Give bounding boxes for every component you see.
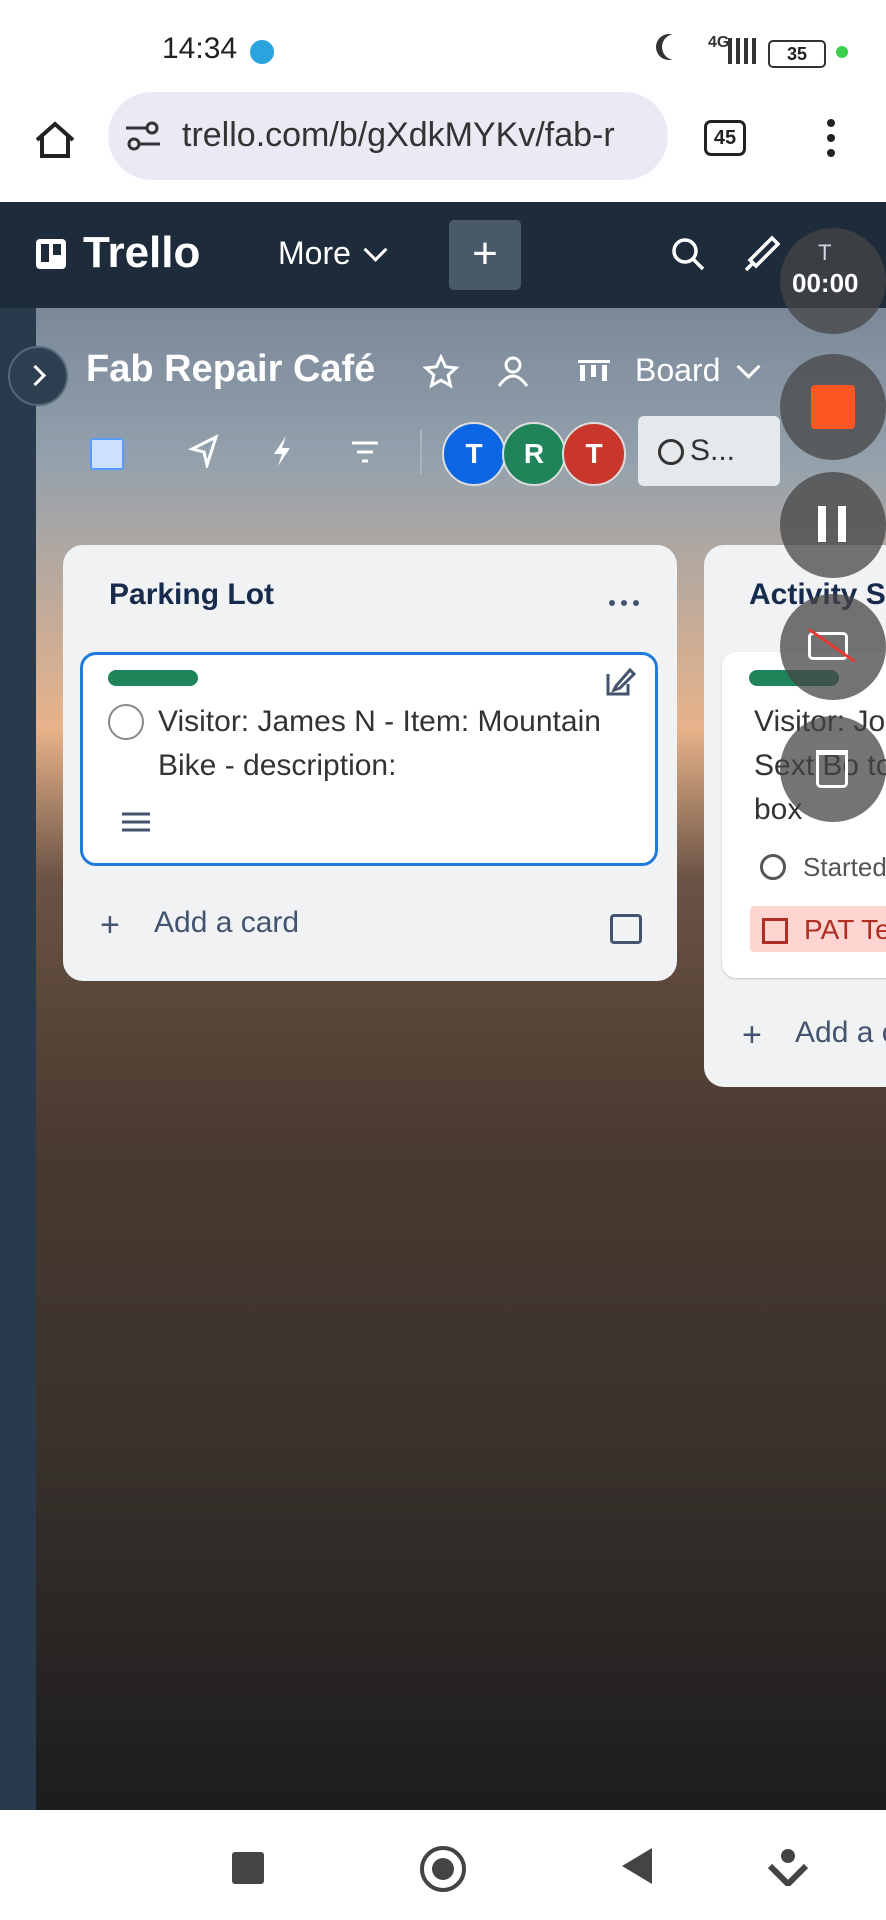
chevron-down-icon bbox=[736, 354, 761, 379]
member-avatar[interactable]: R bbox=[502, 422, 566, 486]
stop-recording-button[interactable] bbox=[780, 354, 886, 460]
discard-recording-button[interactable] bbox=[780, 716, 886, 822]
camera-off-icon bbox=[808, 632, 848, 660]
telegram-icon bbox=[250, 40, 274, 64]
notifications-icon[interactable] bbox=[742, 234, 781, 279]
share-label: S... bbox=[690, 434, 736, 467]
site-settings-icon[interactable] bbox=[124, 118, 162, 154]
recents-button[interactable] bbox=[232, 1852, 264, 1884]
toolbar-divider bbox=[420, 430, 422, 474]
green-dot-icon bbox=[836, 46, 848, 58]
pause-icon bbox=[818, 506, 826, 542]
signal-icon bbox=[728, 38, 758, 64]
trello-logo-icon[interactable] bbox=[36, 239, 66, 269]
card-template-icon[interactable] bbox=[610, 914, 642, 944]
complete-checkbox[interactable] bbox=[108, 704, 144, 740]
back-button[interactable] bbox=[622, 1848, 652, 1884]
card-label[interactable] bbox=[108, 670, 198, 686]
board-view-switcher[interactable]: Board bbox=[635, 352, 761, 389]
member-avatar[interactable]: T bbox=[562, 422, 626, 486]
checklist-badge-text: PAT Te bbox=[804, 914, 886, 945]
filter-icon[interactable] bbox=[350, 440, 380, 469]
tab-switcher-button[interactable]: 45 bbox=[704, 120, 746, 156]
automation-icon[interactable] bbox=[270, 434, 294, 473]
star-icon[interactable] bbox=[422, 353, 460, 395]
add-card-label[interactable]: Add a c bbox=[795, 1016, 886, 1050]
more-label: More bbox=[278, 235, 351, 271]
trash-icon bbox=[816, 750, 848, 788]
chevron-right-icon bbox=[24, 364, 47, 387]
recorder-avatar: T bbox=[818, 240, 832, 265]
visibility-icon[interactable] bbox=[494, 354, 532, 395]
clock-icon bbox=[760, 854, 786, 880]
kebab-menu-icon[interactable] bbox=[826, 118, 836, 158]
expand-sidebar-button[interactable] bbox=[8, 346, 68, 406]
signal-label: 4G bbox=[708, 34, 730, 51]
home-icon[interactable] bbox=[34, 120, 76, 158]
home-button[interactable] bbox=[420, 1846, 466, 1892]
list-menu-icon[interactable] bbox=[608, 594, 640, 612]
card-start-badge: Started bbox=[803, 852, 886, 882]
card-title[interactable]: Visitor: James N - Item: Mountain Bike -… bbox=[158, 700, 638, 788]
checkbox-icon bbox=[762, 918, 788, 944]
more-menu-button[interactable]: More bbox=[278, 235, 388, 272]
moon-icon bbox=[662, 34, 688, 60]
add-person-icon bbox=[658, 439, 684, 466]
recorder-timer: 00:00 bbox=[792, 268, 859, 298]
camera-toggle-button[interactable] bbox=[780, 594, 886, 700]
description-icon bbox=[122, 812, 150, 841]
board-view-label: Board bbox=[635, 352, 721, 388]
sidebar-strip bbox=[0, 308, 36, 1810]
battery-icon: 35 bbox=[768, 40, 826, 68]
assistant-icon[interactable] bbox=[767, 1846, 809, 1891]
status-time: 14:34 bbox=[162, 32, 238, 65]
board-view-icon[interactable] bbox=[578, 360, 610, 385]
share-button[interactable]: S... bbox=[638, 416, 780, 486]
chevron-down-icon bbox=[363, 237, 388, 262]
trello-logo-text[interactable]: Trello bbox=[83, 228, 200, 278]
list-title[interactable]: Parking Lot bbox=[109, 578, 274, 612]
search-icon[interactable] bbox=[670, 236, 706, 277]
member-avatar[interactable]: T bbox=[442, 422, 506, 486]
create-button[interactable]: + bbox=[449, 220, 521, 290]
add-card-button[interactable]: + bbox=[742, 1016, 762, 1055]
stop-icon bbox=[811, 385, 855, 429]
add-card-label[interactable]: Add a card bbox=[154, 906, 299, 940]
power-ups-icon[interactable] bbox=[187, 434, 220, 473]
add-card-button[interactable]: + bbox=[100, 906, 120, 945]
url-text[interactable]: trello.com/b/gXdkMYKv/fab-r bbox=[182, 116, 652, 155]
pause-recording-button[interactable] bbox=[780, 472, 886, 578]
table-view-icon[interactable] bbox=[90, 438, 124, 470]
edit-card-icon[interactable] bbox=[604, 666, 637, 703]
board-title[interactable]: Fab Repair Café bbox=[86, 348, 375, 391]
